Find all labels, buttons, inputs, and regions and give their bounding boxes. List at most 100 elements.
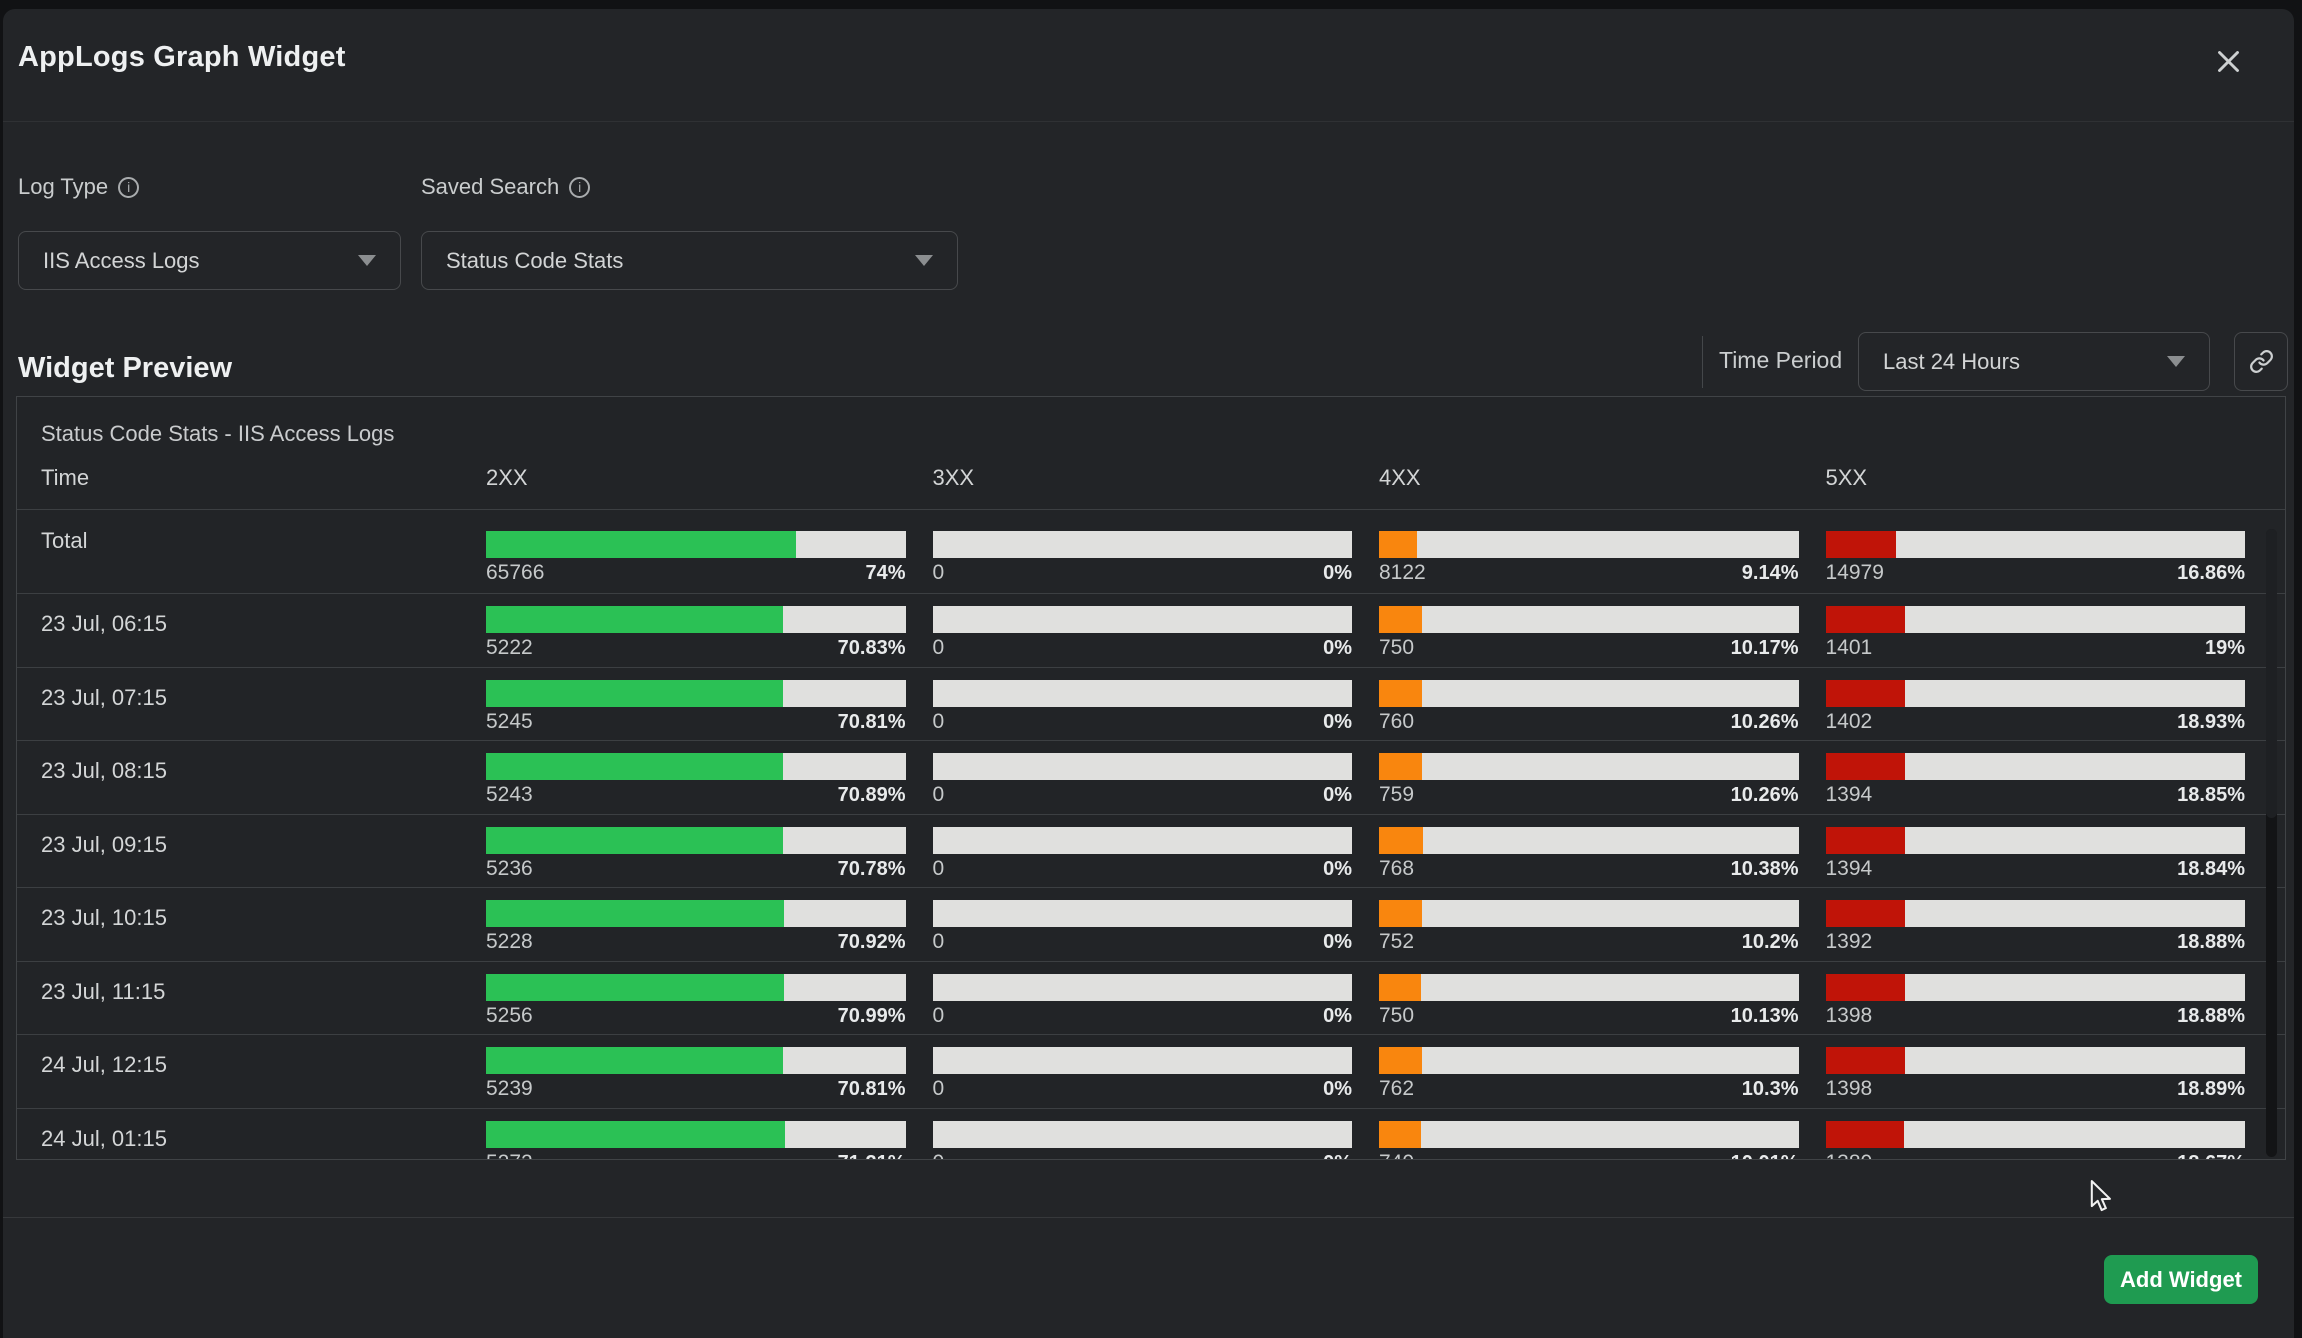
stat-percent: 70.89% xyxy=(838,784,906,807)
stat-percent: 74% xyxy=(865,562,905,585)
bar-meta: 00% xyxy=(933,1151,1353,1161)
stat-percent: 10.3% xyxy=(1742,1078,1799,1101)
bar-track xyxy=(933,974,1353,1001)
bar-track xyxy=(933,827,1353,854)
log-type-value: IIS Access Logs xyxy=(43,248,200,274)
bar-meta: 523670.78% xyxy=(486,857,906,881)
link-icon xyxy=(2249,349,2274,374)
bar-fill xyxy=(1379,1121,1421,1148)
bar-track xyxy=(486,1047,906,1074)
row-time-label: 23 Jul, 11:15 xyxy=(41,962,459,1023)
stat-cell-4xx: 76210.3% xyxy=(1379,1047,1799,1108)
stat-value: 5236 xyxy=(486,857,533,881)
bar-track xyxy=(933,900,1353,927)
bar-meta: 140218.93% xyxy=(1826,710,2246,734)
stat-cell-5xx: 138018.67% xyxy=(1826,1121,2246,1161)
stat-percent: 70.81% xyxy=(838,1078,906,1101)
table-scrollbar[interactable] xyxy=(2266,529,2277,1157)
bar-track xyxy=(933,1047,1353,1074)
bar-meta: 75010.13% xyxy=(1379,1004,1799,1028)
bar-track xyxy=(933,680,1353,707)
stat-value: 760 xyxy=(1379,710,1414,734)
bar-track xyxy=(1379,1121,1799,1148)
stat-value: 750 xyxy=(1379,636,1414,660)
stat-cell-4xx: 74010.01% xyxy=(1379,1121,1799,1161)
widget-preview-panel: Status Code Stats - IIS Access Logs Time… xyxy=(16,396,2286,1160)
stat-value: 0 xyxy=(933,710,945,734)
copy-link-button[interactable] xyxy=(2234,332,2288,391)
bar-track xyxy=(486,974,906,1001)
bar-fill xyxy=(1826,680,1905,707)
stat-cell-4xx: 75910.26% xyxy=(1379,753,1799,814)
bar-meta: 76810.38% xyxy=(1379,857,1799,881)
stat-value: 14979 xyxy=(1826,561,1884,585)
stat-value: 1398 xyxy=(1826,1077,1873,1101)
bar-track xyxy=(933,606,1353,633)
add-widget-button[interactable]: Add Widget xyxy=(2104,1255,2258,1304)
bar-fill xyxy=(1379,753,1422,780)
column-header-time: Time xyxy=(41,465,459,491)
time-period-dropdown[interactable]: Last 24 Hours xyxy=(1858,332,2210,391)
stat-cell-4xx: 75010.13% xyxy=(1379,974,1799,1035)
stat-cell-3xx: 00% xyxy=(933,531,1353,593)
bar-track xyxy=(486,531,906,558)
bar-fill xyxy=(486,827,783,854)
bar-track xyxy=(1826,1047,2246,1074)
bar-meta: 00% xyxy=(933,930,1353,954)
bar-track xyxy=(1379,1047,1799,1074)
scrollbar-thumb[interactable] xyxy=(2266,529,2277,818)
bar-fill xyxy=(486,900,784,927)
stat-percent: 0% xyxy=(1323,1078,1352,1101)
chevron-down-icon xyxy=(915,255,933,266)
row-time-label: 23 Jul, 10:15 xyxy=(41,888,459,949)
bar-track xyxy=(1826,753,2246,780)
stat-percent: 9.14% xyxy=(1742,562,1799,585)
stat-cell-5xx: 139218.88% xyxy=(1826,900,2246,961)
stat-percent: 0% xyxy=(1323,784,1352,807)
stat-percent: 71.21% xyxy=(838,1152,906,1161)
stat-cell-3xx: 00% xyxy=(933,1047,1353,1108)
close-button[interactable] xyxy=(2206,39,2250,83)
saved-search-label: Saved Search i xyxy=(421,174,590,200)
stat-percent: 70.83% xyxy=(838,637,906,660)
stat-cell-5xx: 139418.84% xyxy=(1826,827,2246,888)
log-type-dropdown[interactable]: IIS Access Logs xyxy=(18,231,401,290)
stat-percent: 70.92% xyxy=(838,931,906,954)
stat-cell-5xx: 139818.88% xyxy=(1826,974,2246,1035)
bar-meta: 74010.01% xyxy=(1379,1151,1799,1161)
bar-meta: 75210.2% xyxy=(1379,930,1799,954)
table-row: 23 Jul, 07:15524570.81%00%76010.26%14021… xyxy=(17,668,2285,742)
saved-search-info-icon[interactable]: i xyxy=(569,177,590,198)
table-row: 23 Jul, 06:15522270.83%00%75010.17%14011… xyxy=(17,594,2285,668)
stat-value: 740 xyxy=(1379,1151,1414,1161)
time-period-divider xyxy=(1702,336,1703,388)
bar-track xyxy=(1379,680,1799,707)
stat-percent: 0% xyxy=(1323,637,1352,660)
bar-track xyxy=(1826,827,2246,854)
stat-percent: 0% xyxy=(1323,1005,1352,1028)
stat-percent: 0% xyxy=(1323,711,1352,734)
stat-percent: 70.81% xyxy=(838,711,906,734)
stat-percent: 16.86% xyxy=(2177,562,2245,585)
log-type-info-icon[interactable]: i xyxy=(118,177,139,198)
stat-value: 0 xyxy=(933,1151,945,1161)
bar-track xyxy=(1826,606,2246,633)
bar-track xyxy=(1379,531,1799,558)
bar-meta: 0 0% xyxy=(933,710,1353,734)
bar-fill xyxy=(1826,1047,1905,1074)
bar-meta: 139418.84% xyxy=(1826,857,2246,881)
stat-cell-4xx: 76810.38% xyxy=(1379,827,1799,888)
saved-search-dropdown[interactable]: Status Code Stats xyxy=(421,231,958,290)
bar-fill xyxy=(1379,974,1421,1001)
bar-fill xyxy=(486,974,784,1001)
table-row: 23 Jul, 10:15522870.92%00%75210.2%139218… xyxy=(17,888,2285,962)
stat-value: 8122 xyxy=(1379,561,1426,585)
table-row: 23 Jul, 08:15524370.89%00%75910.26%13941… xyxy=(17,741,2285,815)
bar-meta: 140119% xyxy=(1826,636,2246,660)
stat-cell-5xx: 139418.85% xyxy=(1826,753,2246,814)
time-period-label: Time Period xyxy=(1719,347,1842,374)
bar-meta: 00% xyxy=(933,783,1353,807)
stat-value: 5239 xyxy=(486,1077,533,1101)
bar-fill xyxy=(486,680,783,707)
stat-cell-2xx: 523670.78% xyxy=(486,827,906,888)
